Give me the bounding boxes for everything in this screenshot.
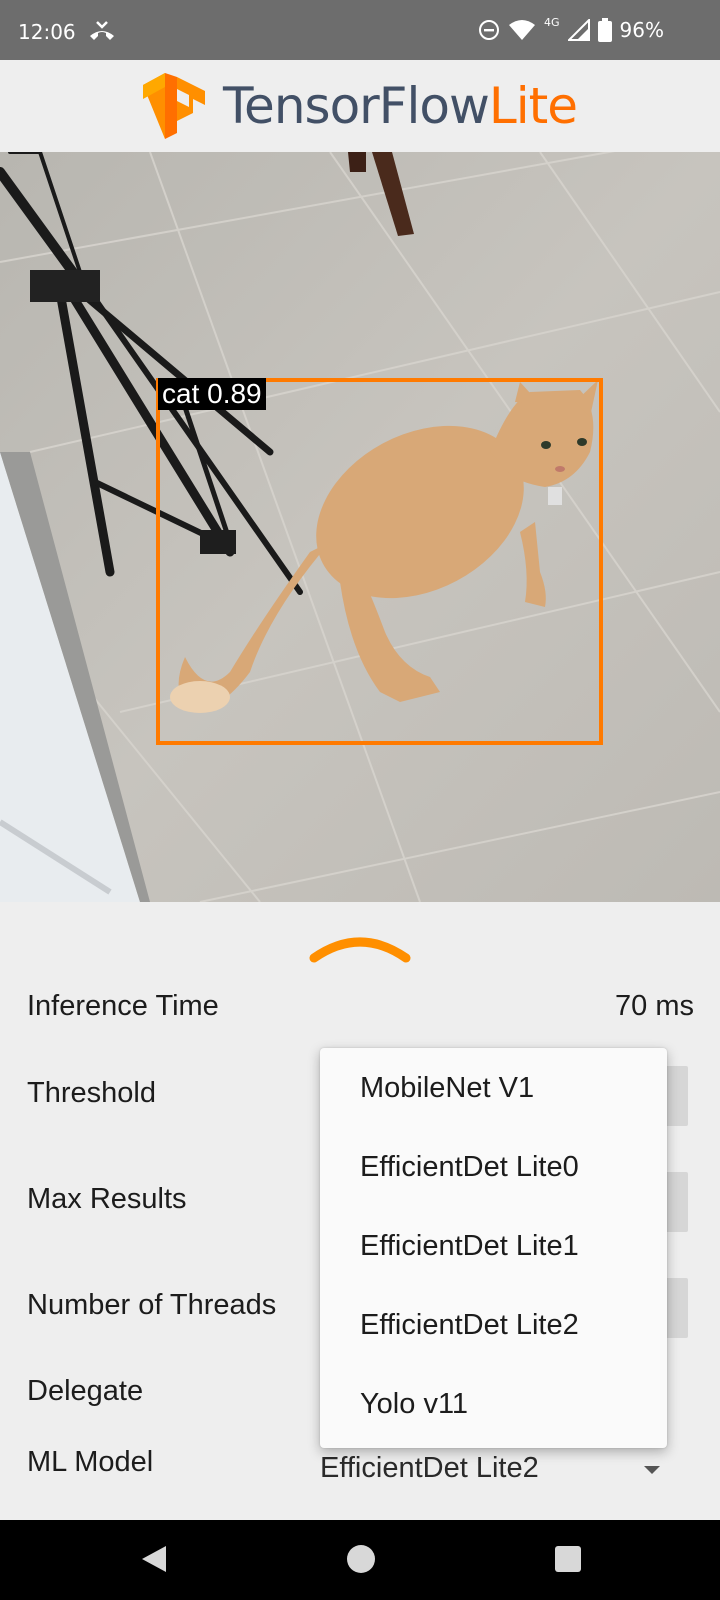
ml-model-selected-value: EfficientDet Lite2 — [320, 1452, 539, 1484]
wifi-icon — [509, 20, 536, 40]
missed-call-icon — [90, 21, 114, 40]
max-results-control[interactable] — [664, 1172, 688, 1232]
tensorflow-lite-logo: TensorFlowLite — [143, 71, 578, 141]
chevron-up-icon[interactable] — [308, 930, 412, 964]
threshold-label: Threshold — [27, 1077, 156, 1109]
logo-wordmark: TensorFlowLite — [223, 77, 578, 135]
detection-label: cat 0.89 — [158, 378, 266, 410]
battery-percent: 96% — [619, 18, 664, 42]
threshold-control[interactable] — [664, 1066, 688, 1126]
inference-time-value: 70 ms — [615, 990, 694, 1022]
delegate-label: Delegate — [27, 1375, 144, 1407]
tensorflow-logo-icon — [143, 73, 206, 139]
dropdown-option-yolo-v11[interactable]: Yolo v11 — [360, 1388, 468, 1421]
status-time: 12:06 — [18, 20, 76, 44]
signal-icon — [567, 19, 590, 41]
dropdown-option-efficientdet-lite0[interactable]: EfficientDet Lite0 — [360, 1151, 579, 1184]
ml-model-dropdown: MobileNet V1 EfficientDet Lite0 Efficien… — [320, 1048, 667, 1448]
logo-text-main: TensorFlow — [223, 77, 490, 135]
status-bar: 12:06 4G 96% — [0, 0, 720, 60]
home-icon[interactable] — [346, 1544, 376, 1574]
chevron-down-icon — [644, 1466, 660, 1474]
system-navigation-bar — [0, 1520, 720, 1600]
dnd-icon — [479, 20, 500, 40]
battery-icon — [597, 18, 612, 42]
app-header: TensorFlowLite — [0, 60, 720, 152]
max-results-label: Max Results — [27, 1183, 187, 1215]
dropdown-option-efficientdet-lite2[interactable]: EfficientDet Lite2 — [360, 1309, 579, 1342]
camera-preview: cat 0.89 — [0, 152, 720, 902]
threads-label: Number of Threads — [27, 1289, 277, 1321]
ml-model-label: ML Model — [27, 1446, 154, 1478]
threads-control[interactable] — [664, 1278, 688, 1338]
detection-bounding-box — [156, 378, 603, 745]
dropdown-option-mobilenet-v1[interactable]: MobileNet V1 — [360, 1072, 534, 1105]
logo-text-accent: Lite — [488, 77, 578, 135]
status-icons: 4G 96% — [478, 15, 664, 42]
ml-model-select[interactable]: EfficientDet Lite2 — [320, 1452, 670, 1496]
back-icon[interactable] — [140, 1544, 168, 1574]
inference-time-label: Inference Time — [27, 990, 219, 1022]
recents-icon[interactable] — [554, 1544, 582, 1574]
network-type: 4G — [544, 15, 560, 29]
dropdown-option-efficientdet-lite1[interactable]: EfficientDet Lite1 — [360, 1230, 579, 1263]
